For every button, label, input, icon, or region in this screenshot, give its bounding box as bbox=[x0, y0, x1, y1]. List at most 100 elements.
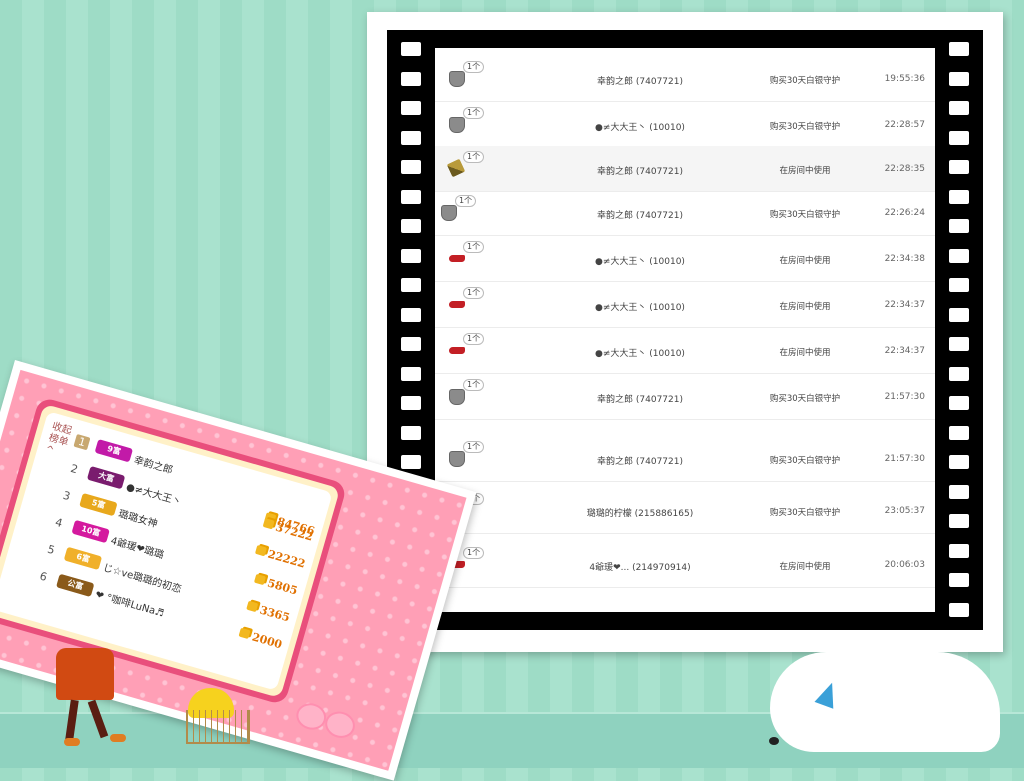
record-user: 幸韵之郎 (7407721) bbox=[597, 77, 683, 87]
record-action: 在房间中使用 bbox=[779, 302, 831, 312]
collapse-ranking-button[interactable]: 收起榜单 ^ bbox=[44, 421, 73, 461]
film-sprocket-hole bbox=[401, 278, 421, 292]
record-user: 幸韵之郎 (7407721) bbox=[597, 167, 683, 177]
film-sprocket-hole bbox=[401, 130, 421, 145]
shoe-icon bbox=[449, 301, 465, 308]
record-time: 22:28:57 bbox=[884, 120, 925, 130]
shield-icon bbox=[449, 117, 465, 133]
item-count-badge: 1个 bbox=[463, 107, 485, 119]
girl-shoe bbox=[64, 738, 80, 746]
record-row: 1个 4爺瑗❤... (214970914) 在房间中使用 20:06:03 bbox=[435, 542, 935, 588]
gift-bow-icon bbox=[289, 699, 359, 755]
record-action: 在房间中使用 bbox=[779, 166, 831, 176]
coin-amount: 22222 bbox=[254, 544, 307, 571]
record-user: 4爺瑗❤... (214970914) bbox=[589, 563, 691, 573]
coin-value: 22222 bbox=[266, 547, 307, 571]
wealth-level-badge: 大富 bbox=[86, 465, 126, 490]
bear-nose bbox=[769, 737, 779, 745]
item-count-badge: 1个 bbox=[463, 379, 485, 391]
item-count-badge: 1个 bbox=[455, 195, 477, 207]
coin-value: 5805 bbox=[265, 576, 299, 598]
film-sprocket-hole bbox=[401, 307, 421, 322]
shoe-icon bbox=[449, 255, 465, 262]
film-sprocket-hole bbox=[401, 160, 421, 174]
record-row: 1个 幸韵之郎 (7407721) 购买30天白银守护 22:26:24 bbox=[435, 190, 935, 236]
item-count-badge: 1个 bbox=[463, 333, 485, 345]
film-sprocket-hole bbox=[949, 248, 969, 263]
record-action: 购买30天白银守护 bbox=[769, 210, 841, 220]
coin-amount: 2000 bbox=[238, 627, 284, 652]
film-sprocket-hole bbox=[949, 189, 969, 204]
film-sprocket-hole bbox=[401, 425, 421, 440]
record-user: ●≠大大王丶 (10010) bbox=[595, 303, 685, 313]
wealth-level-badge: 5富 bbox=[79, 492, 118, 517]
film-sprocket-hole bbox=[949, 130, 969, 145]
record-row: 1个 ●≠大大王丶 (10010) 在房间中使用 22:34:37 bbox=[435, 328, 935, 374]
record-row: 1个幸韵之郎 (7407721) 购买30天白银守护 19:55:36 bbox=[435, 56, 935, 102]
record-action: 在房间中使用 bbox=[779, 256, 831, 266]
coin-value: 2000 bbox=[250, 630, 284, 652]
wealth-level-badge: 10富 bbox=[71, 519, 110, 544]
rank-number: 3 bbox=[61, 488, 72, 504]
rank-number: 4 bbox=[53, 515, 64, 531]
ranking-frame: 收起榜单 ^ 1 9富 幸韵之郎 84766 2 大富 ●≠大大王丶 37222 3 5富 璐璐女神… bbox=[0, 396, 348, 706]
record-action: 购买30天白银守护 bbox=[769, 122, 841, 132]
shield-icon bbox=[449, 389, 465, 405]
record-time: 22:26:24 bbox=[884, 208, 925, 218]
film-sprocket-hole bbox=[949, 455, 969, 469]
shield-icon bbox=[449, 71, 465, 87]
ranking-user-name[interactable]: 幸韵之郎 bbox=[132, 451, 175, 477]
record-time: 21:57:30 bbox=[884, 454, 925, 464]
wealth-level-badge: 公富 bbox=[55, 573, 95, 598]
wealth-level-badge: 9富 bbox=[94, 439, 134, 463]
item-count-badge: 1个 bbox=[463, 241, 485, 253]
record-row: 1个 ●≠大大王丶 (10010) 在房间中使用 22:34:37 bbox=[435, 282, 935, 328]
rank-number: 6 bbox=[38, 569, 49, 584]
item-count-badge: 1个 bbox=[463, 61, 485, 73]
film-sprocket-hole bbox=[401, 42, 421, 56]
gold-coin-icon bbox=[254, 573, 267, 586]
record-row: 1个幸韵之郎 (7407721) 购买30天白银守护 21:57:30 bbox=[435, 436, 935, 482]
film-strip: 1个 幸韵之郎 (7407721) 购买30天白银守护 19:55:36 1个 ●≠大大王… bbox=[387, 30, 983, 630]
gold-coin-icon bbox=[238, 627, 251, 640]
polar-bear-illustration bbox=[770, 652, 1000, 752]
record-action: 购买30天白银守护 bbox=[769, 76, 841, 86]
item-count-badge: 1个 bbox=[463, 441, 485, 453]
film-sprocket-hole bbox=[401, 455, 421, 469]
wealth-level-badge: 6富 bbox=[63, 546, 103, 571]
record-action: 购买30天白银守护 bbox=[769, 508, 841, 518]
coin-amount: 37222 bbox=[262, 517, 314, 544]
record-time: 22:34:37 bbox=[884, 300, 925, 310]
film-sprocket-hole bbox=[949, 160, 969, 174]
coin-amount: 3365 bbox=[246, 600, 292, 625]
film-sprocket-hole bbox=[949, 602, 969, 617]
record-time: 19:55:36 bbox=[884, 74, 925, 84]
record-user: 幸韵之郎 (7407721) bbox=[597, 457, 683, 467]
film-sprocket-hole bbox=[401, 189, 421, 204]
ranking-user-name[interactable]: 璐璐女神 bbox=[117, 505, 160, 531]
film-sprocket-hole bbox=[949, 337, 969, 351]
record-photo-card: 1个 幸韵之郎 (7407721) 购买30天白银守护 19:55:36 1个 ●≠大大王… bbox=[367, 12, 1003, 652]
coin-value: 3365 bbox=[258, 603, 292, 625]
film-sprocket-hole bbox=[401, 219, 421, 233]
record-time: 22:28:35 bbox=[884, 164, 925, 174]
film-sprocket-hole bbox=[401, 248, 421, 263]
record-time: 23:05:37 bbox=[884, 506, 925, 516]
film-sprocket-hole bbox=[949, 71, 969, 86]
record-action: 在房间中使用 bbox=[779, 348, 831, 358]
film-sprocket-hole bbox=[949, 425, 969, 440]
film-sprocket-hole bbox=[949, 514, 969, 528]
record-action: 购买30天白银守护 bbox=[769, 456, 841, 466]
film-sprocket-hole bbox=[949, 42, 969, 56]
film-sprocket-hole bbox=[401, 366, 421, 381]
sword-icon bbox=[446, 158, 466, 178]
item-count-badge: 1个 bbox=[463, 151, 485, 163]
ranking-frame-inner: 收起榜单 ^ 1 9富 幸韵之郎 84766 2 大富 ●≠大大王丶 37222 3 5富 璐璐女神… bbox=[0, 403, 341, 699]
film-sprocket-hole bbox=[949, 573, 969, 587]
film-sprocket-hole bbox=[949, 484, 969, 499]
record-user: 璐璐的柠檬 (215886165) bbox=[586, 509, 694, 519]
record-action: 购买30天白银守护 bbox=[769, 394, 841, 404]
record-row: 1个幸韵之郎 (7407721) 在房间中使用 22:28:35 bbox=[435, 146, 935, 192]
film-sprocket-hole bbox=[949, 278, 969, 292]
record-row: 1个璐璐的柠檬 (215886165)购买30天白银守护23:05:37 bbox=[435, 488, 935, 534]
